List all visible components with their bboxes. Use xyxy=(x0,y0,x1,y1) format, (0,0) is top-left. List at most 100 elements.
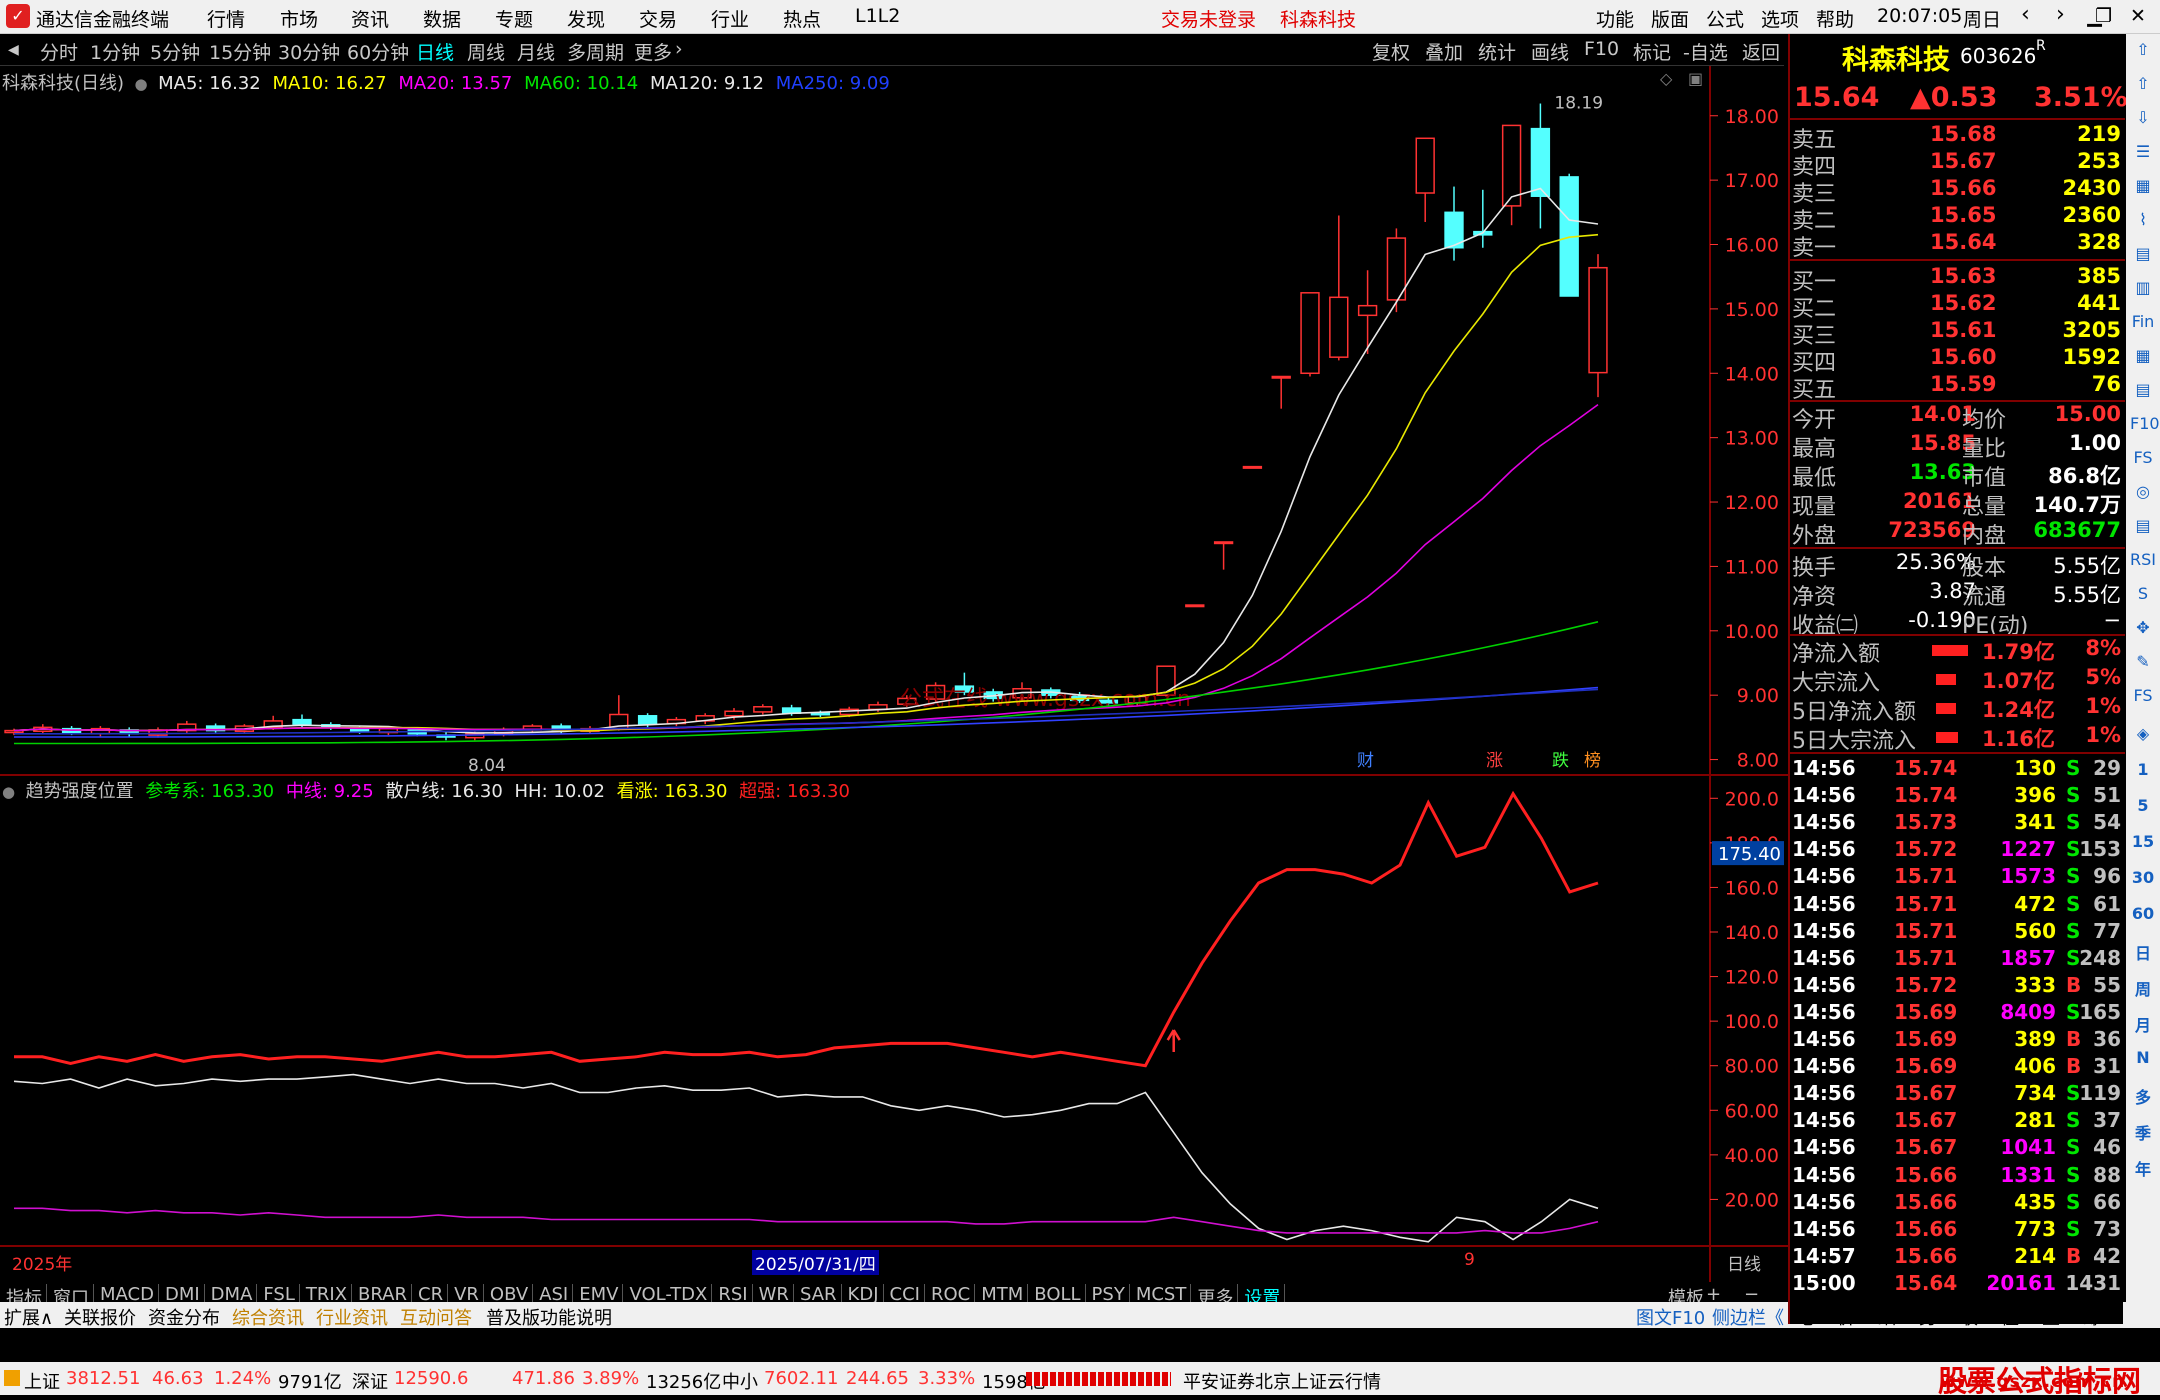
ask-price-4[interactable]: 15.64 xyxy=(1930,230,1996,254)
ext-tab-6[interactable]: 普及版功能说明 xyxy=(486,1304,612,1330)
menu-shuju[interactable]: 数据 xyxy=(423,5,461,32)
candle-body[interactable] xyxy=(1588,266,1608,374)
sidebar-btn-icon-20[interactable]: ◈ xyxy=(2130,724,2156,750)
menu-gongshi[interactable]: 公式 xyxy=(1706,5,1744,32)
period-multi[interactable]: 多周期 xyxy=(567,38,624,65)
period-30min[interactable]: 30分钟 xyxy=(278,38,340,65)
candle-body[interactable] xyxy=(1501,124,1522,207)
menu-faxian[interactable]: 发现 xyxy=(567,5,605,32)
tool-huaxian[interactable]: 画线 xyxy=(1531,38,1569,65)
candle-body[interactable] xyxy=(637,715,658,725)
ask-price-1[interactable]: 15.67 xyxy=(1930,149,1996,173)
ask-price-2[interactable]: 15.66 xyxy=(1930,176,1996,200)
sidebar-btn-icon-10[interactable]: ▤ xyxy=(2130,380,2156,406)
ext-right-sidebar[interactable]: 侧边栏《 xyxy=(1712,1304,1784,1330)
candle-body[interactable] xyxy=(1242,465,1263,469)
menu-shichang[interactable]: 市场 xyxy=(280,5,318,32)
bid-price-3[interactable]: 15.60 xyxy=(1930,345,1996,369)
menu-hangye[interactable]: 行业 xyxy=(711,5,749,32)
ext-tab-4[interactable]: 行业资讯 xyxy=(316,1304,388,1330)
sidebar-btn-icon-1[interactable]: ⇧ xyxy=(2130,74,2156,100)
ask-price-0[interactable]: 15.68 xyxy=(1930,122,1996,146)
period-weekly[interactable]: 周线 xyxy=(467,38,505,65)
event-badge-label[interactable]: 榜 xyxy=(1584,751,1601,771)
event-badge-label[interactable]: 财 xyxy=(1357,751,1374,771)
kline-chart[interactable]: 18.198.04 财涨跌榜公式在线 www.gszx.com.cn 18.001… xyxy=(0,66,1788,1282)
sidebar-btn-icon-14[interactable]: ▤ xyxy=(2130,516,2156,542)
menu-xuanxiang[interactable]: 选项 xyxy=(1761,5,1799,32)
menu-zhuanti[interactable]: 专题 xyxy=(495,5,533,32)
sidebar-btn-icon-25[interactable]: 60 xyxy=(2130,904,2156,930)
period-15min[interactable]: 15分钟 xyxy=(209,38,271,65)
sidebar-btn-icon-31[interactable]: 季 xyxy=(2130,1120,2156,1146)
sidebar-btn-icon-18[interactable]: ✎ xyxy=(2130,652,2156,678)
period-60min[interactable]: 60分钟 xyxy=(347,38,409,65)
sidebar-btn-icon-29[interactable]: N xyxy=(2130,1048,2156,1074)
sidebar-btn-icon-28[interactable]: 月 xyxy=(2130,1012,2156,1038)
tool-diejia[interactable]: 叠加 xyxy=(1425,38,1463,65)
sidebar-btn-icon-30[interactable]: 多 xyxy=(2130,1084,2156,1110)
sidebar-btn-icon-11[interactable]: F10 xyxy=(2130,414,2160,440)
candle-body[interactable] xyxy=(1300,292,1320,375)
menu-redian[interactable]: 热点 xyxy=(783,5,821,32)
ext-tab-3[interactable]: 综合资讯 xyxy=(232,1304,304,1330)
candle-body[interactable] xyxy=(292,718,312,725)
ext-tab-0[interactable]: 扩展∧ xyxy=(4,1304,53,1330)
event-badge-label[interactable]: 涨 xyxy=(1486,751,1503,771)
bid-price-1[interactable]: 15.62 xyxy=(1930,291,1996,315)
menu-jiaoyi[interactable]: 交易 xyxy=(639,5,677,32)
tool-zixuan[interactable]: -自选 xyxy=(1683,38,1728,65)
sidebar-btn-icon-22[interactable]: 5 xyxy=(2130,796,2156,822)
back-arrow-icon[interactable]: ‹ xyxy=(2021,2,2030,27)
menu-gongneng[interactable]: 功能 xyxy=(1596,5,1634,32)
menu-hangqing[interactable]: 行情 xyxy=(207,5,245,32)
sidebar-btn-icon-6[interactable]: ▤ xyxy=(2130,244,2156,270)
candle-body[interactable] xyxy=(1213,541,1234,545)
ask-price-3[interactable]: 15.65 xyxy=(1930,203,1996,227)
menu-banmian[interactable]: 版面 xyxy=(1651,5,1689,32)
sidebar-btn-icon-17[interactable]: ✥ xyxy=(2130,618,2156,644)
bid-price-2[interactable]: 15.61 xyxy=(1930,318,1996,342)
candle-body[interactable] xyxy=(810,712,831,716)
candle-body[interactable] xyxy=(753,706,773,713)
chevron-right-icon[interactable]: › xyxy=(675,38,683,60)
sidebar-btn-icon-32[interactable]: 年 xyxy=(2130,1156,2156,1182)
sidebar-btn-icon-7[interactable]: ▥ xyxy=(2130,278,2156,304)
close-icon[interactable]: ✕ xyxy=(2130,5,2146,27)
sidebar-btn-icon-19[interactable]: FS xyxy=(2130,686,2156,712)
sidebar-btn-icon-3[interactable]: ☰ xyxy=(2130,142,2156,168)
candle-body[interactable] xyxy=(1185,604,1205,608)
ext-tab-2[interactable]: 资金分布 xyxy=(148,1304,220,1330)
candle-body[interactable] xyxy=(1530,127,1551,197)
period-5min[interactable]: 5分钟 xyxy=(150,38,200,65)
tool-f10[interactable]: F10 xyxy=(1584,38,1619,60)
sidebar-btn-icon-21[interactable]: 1 xyxy=(2130,760,2156,786)
sidebar-btn-icon-27[interactable]: 周 xyxy=(2130,976,2156,1002)
tool-fuquan[interactable]: 复权 xyxy=(1372,38,1410,65)
period-monthly[interactable]: 月线 xyxy=(517,38,555,65)
sidebar-btn-icon-16[interactable]: S xyxy=(2130,584,2156,610)
sidebar-btn-icon-2[interactable]: ⇩ xyxy=(2130,108,2156,134)
event-badge-label[interactable]: 跌 xyxy=(1552,751,1569,771)
candle-body[interactable] xyxy=(1271,375,1291,379)
candle-body[interactable] xyxy=(1329,296,1349,358)
sidebar-btn-icon-23[interactable]: 15 xyxy=(2130,832,2156,858)
menu-l1l2[interactable]: L1L2 xyxy=(855,5,900,27)
period-1min[interactable]: 1分钟 xyxy=(90,38,140,65)
restore-icon[interactable]: ❐ xyxy=(2095,5,2112,27)
period-fenshi[interactable]: 分时 xyxy=(40,38,78,65)
candle-body[interactable] xyxy=(724,710,744,717)
sidebar-btn-icon-9[interactable]: ▦ xyxy=(2130,346,2156,372)
bid-price-4[interactable]: 15.59 xyxy=(1930,372,1996,396)
tool-tongji[interactable]: 统计 xyxy=(1478,38,1516,65)
tool-biaoji[interactable]: 标记 xyxy=(1633,38,1671,65)
sidebar-btn-icon-4[interactable]: ▦ xyxy=(2130,176,2156,202)
sidebar-btn-icon-8[interactable]: Fin xyxy=(2130,312,2156,338)
candle-body[interactable] xyxy=(1357,304,1378,317)
candle-body[interactable] xyxy=(1415,137,1435,194)
sidebar-btn-icon-5[interactable]: ⌇ xyxy=(2130,210,2156,236)
period-daily[interactable]: 日线 xyxy=(416,38,454,65)
menu-bangzhu[interactable]: 帮助 xyxy=(1816,5,1854,32)
tool-fanhui[interactable]: 返回 xyxy=(1742,38,1780,65)
sidebar-btn-icon-0[interactable]: ⇧ xyxy=(2130,40,2156,66)
